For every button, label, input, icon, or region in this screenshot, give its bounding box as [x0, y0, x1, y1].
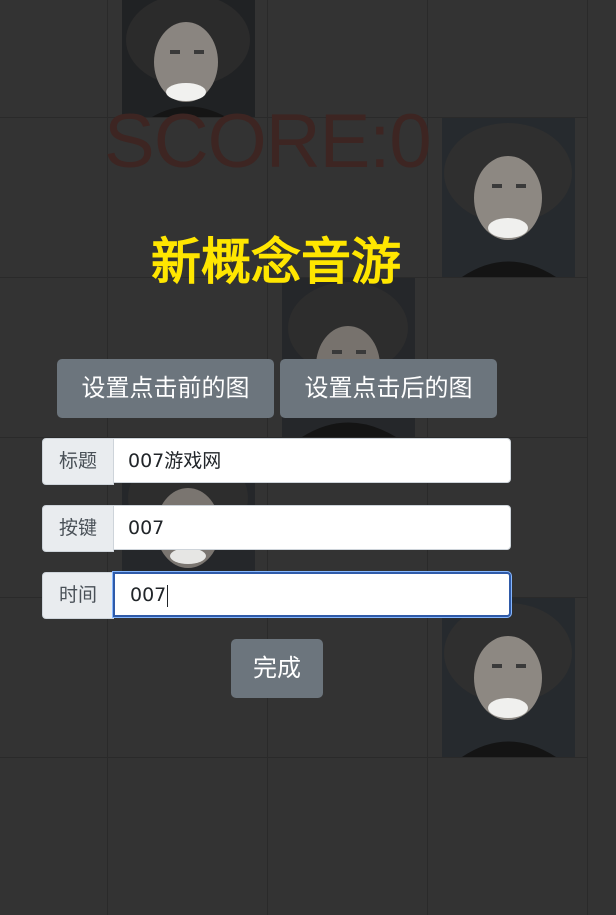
settings-panel: 新概念音游 设置点击前的图 设置点击后的图 标题 007游戏网 按键 007 时…: [0, 0, 616, 915]
time-input[interactable]: 007: [113, 572, 511, 617]
key-input[interactable]: 007: [113, 505, 511, 550]
set-after-image-button[interactable]: 设置点击后的图: [280, 359, 497, 418]
game-title: 新概念音游: [151, 233, 401, 291]
title-label: 标题: [42, 438, 114, 485]
title-input[interactable]: 007游戏网: [113, 438, 511, 483]
title-field: 标题 007游戏网: [42, 438, 512, 485]
key-label: 按键: [42, 505, 114, 552]
key-field: 按键 007: [42, 505, 512, 552]
set-before-image-button[interactable]: 设置点击前的图: [57, 359, 274, 418]
time-field: 时间 007: [42, 572, 512, 619]
time-input-value: 007: [130, 584, 167, 606]
text-caret: [167, 584, 169, 607]
done-button[interactable]: 完成: [231, 639, 323, 698]
time-label: 时间: [42, 572, 114, 619]
